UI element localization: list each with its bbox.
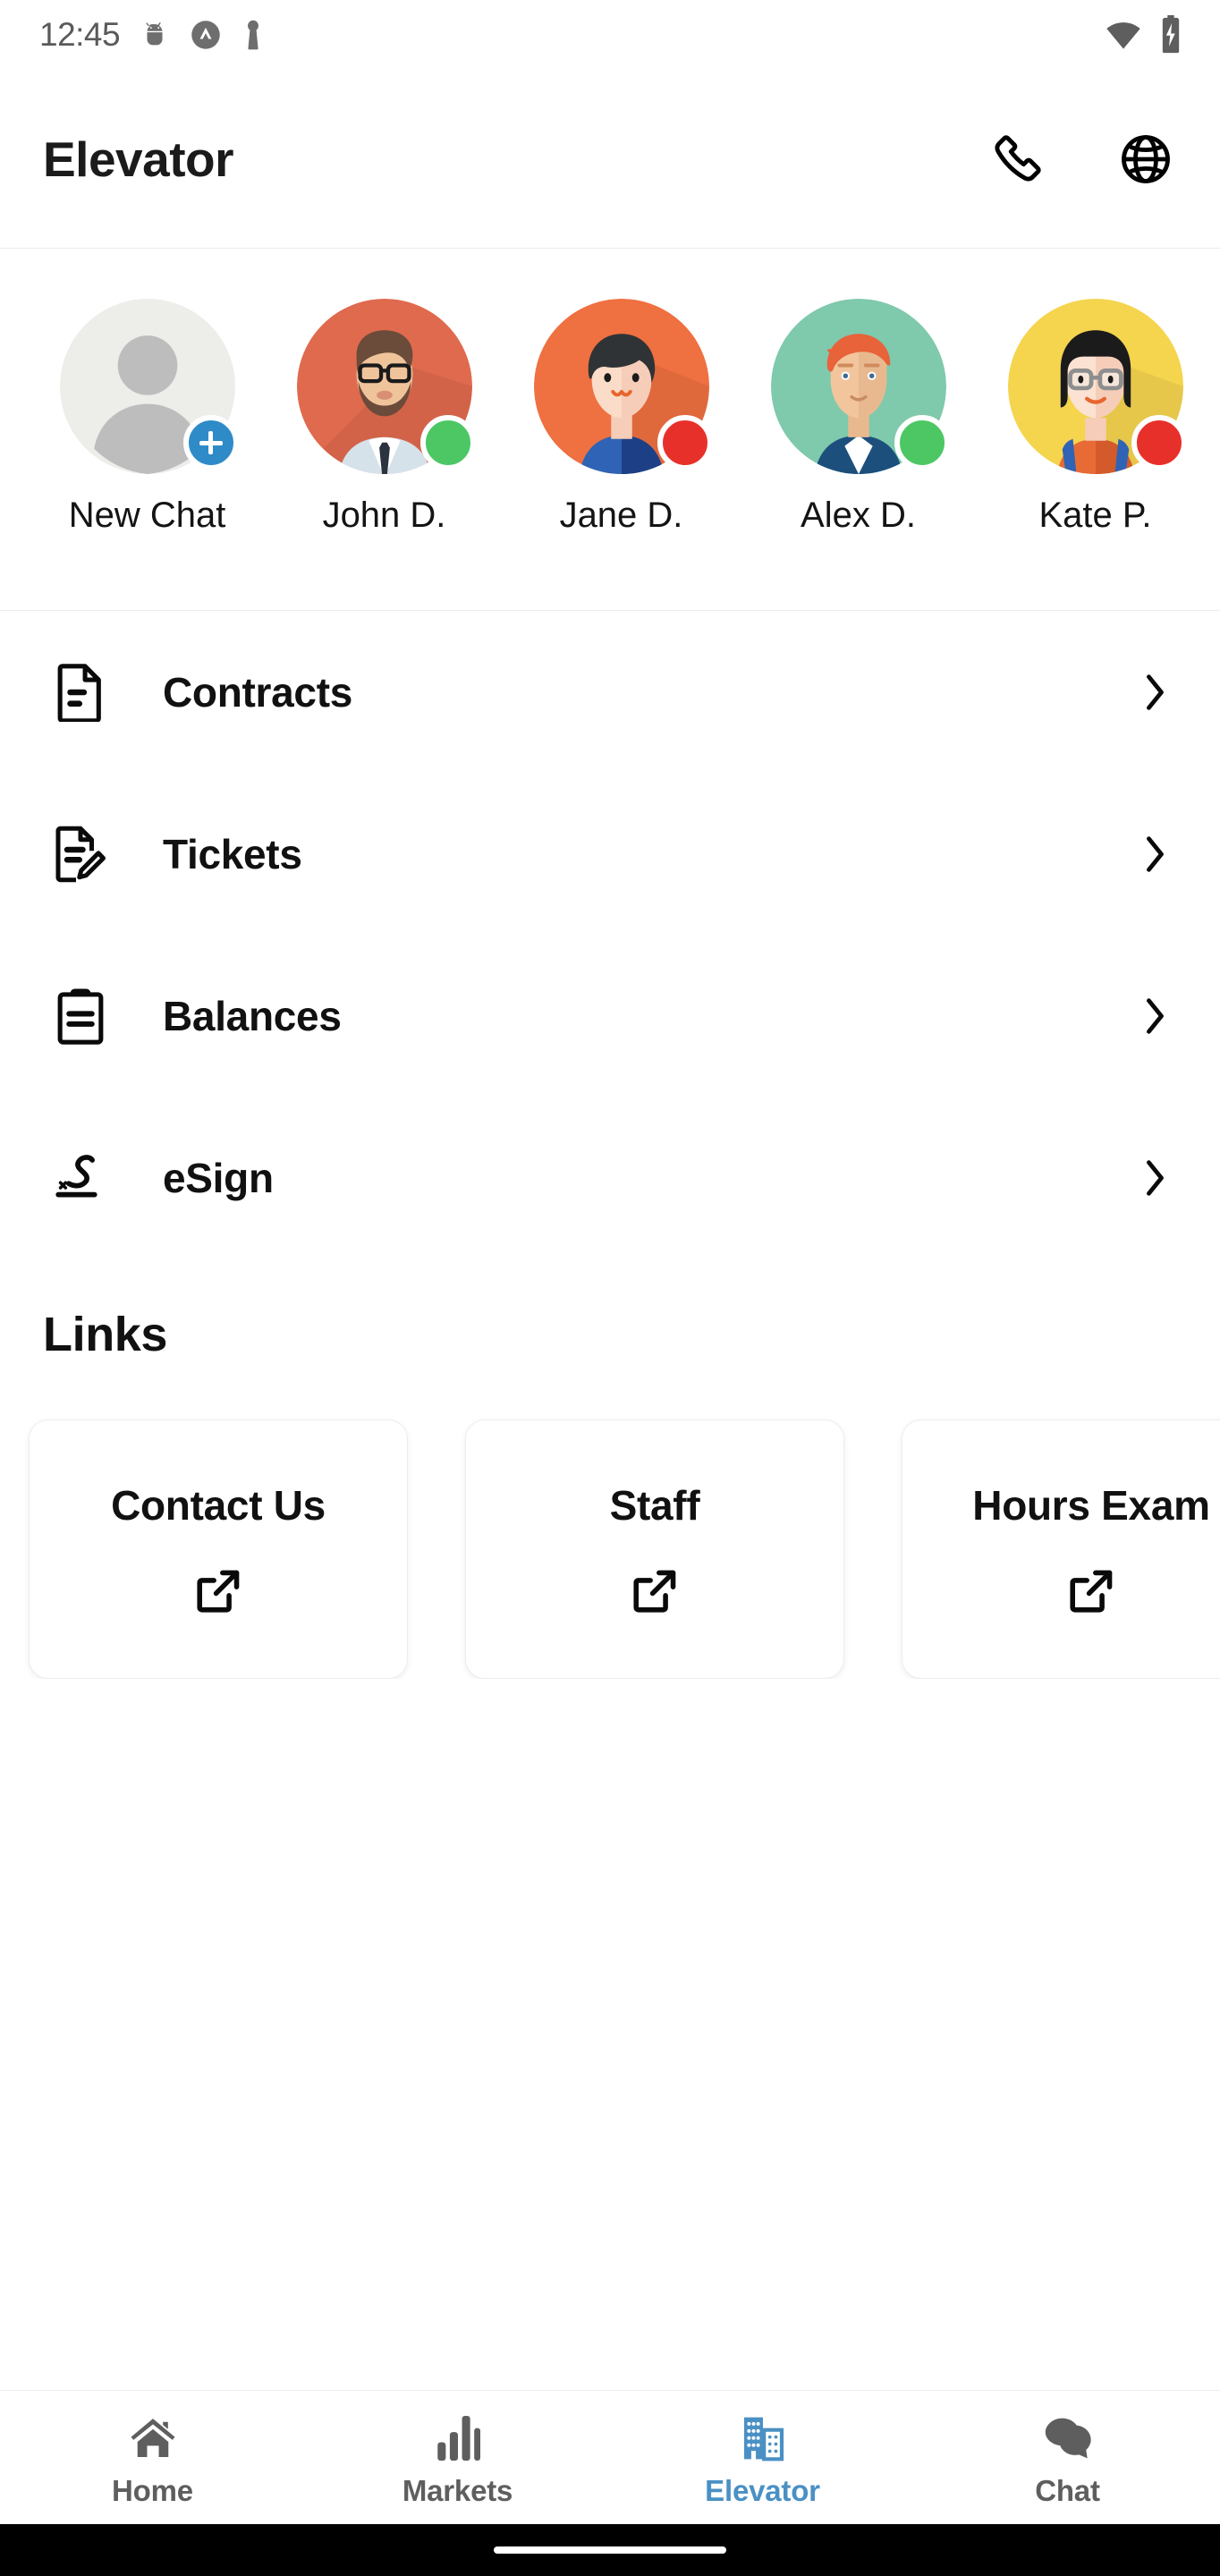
contact-item-john-d[interactable]: John D.: [266, 299, 503, 536]
chevron-right-icon[interactable]: [1131, 993, 1173, 1039]
status-badge-busy: [1131, 415, 1187, 470]
link-card-hours[interactable]: Hours Exam: [902, 1419, 1220, 1679]
contact-item-alex-d[interactable]: Alex D.: [740, 299, 977, 536]
contact-name: John D.: [322, 496, 446, 535]
contact-item-next[interactable]: [1214, 299, 1220, 474]
contact-name: Alex D.: [801, 496, 916, 535]
contact-item-kate-p[interactable]: Kate P.: [977, 299, 1214, 536]
menu-item-label: Contracts: [163, 668, 353, 716]
page-title: Elevator: [43, 131, 234, 187]
contact-name: Kate P.: [1038, 496, 1152, 535]
external-link-icon: [192, 1565, 244, 1617]
contacts-list: New Chat John D. Jane D. Alex D. Kate P.: [0, 249, 1220, 536]
avatar[interactable]: [59, 299, 239, 474]
link-card-title: Hours Exam: [972, 1482, 1210, 1529]
menu-item-contracts[interactable]: Contracts: [0, 611, 1220, 773]
home-icon: [127, 2408, 179, 2463]
bottom-navigation: Home Markets Elevator Chat: [0, 2390, 1220, 2524]
contact-name: Jane D.: [559, 496, 683, 535]
menu-item-esign[interactable]: eSign: [0, 1097, 1220, 1258]
contact-name: New Chat: [68, 496, 226, 535]
status-bar-right: [1104, 15, 1184, 55]
avatar[interactable]: [296, 299, 476, 474]
key-icon: [241, 19, 265, 51]
links-section-heading: Links: [43, 1308, 168, 1361]
gesture-pill[interactable]: [494, 2546, 726, 2554]
link-card-title: Staff: [609, 1482, 700, 1529]
chevron-right-icon[interactable]: [1131, 669, 1173, 716]
external-link-icon: [1065, 1565, 1117, 1617]
status-bar: 12:45: [0, 0, 1220, 70]
document-edit-icon: [43, 825, 118, 884]
clipboard-icon: [43, 987, 118, 1046]
link-card-title: Contact Us: [111, 1482, 326, 1529]
app-screen: 12:45 Elevator New Chat John D. Jane D. …: [0, 0, 1220, 2576]
status-badge-online: [894, 415, 950, 470]
nav-tab-label: Markets: [402, 2473, 513, 2507]
menu-list: Contracts Tickets Balances eSign: [0, 611, 1220, 1258]
menu-item-tickets[interactable]: Tickets: [0, 773, 1220, 935]
document-icon: [43, 663, 118, 722]
nav-tab-chat[interactable]: Chat: [915, 2391, 1220, 2524]
app-bar-actions: [986, 128, 1177, 191]
nav-tab-elevator[interactable]: Elevator: [610, 2391, 915, 2524]
link-card-staff[interactable]: Staff: [465, 1419, 844, 1679]
nav-tab-label: Elevator: [705, 2473, 820, 2507]
nav-tab-label: Home: [112, 2473, 193, 2507]
contact-item-new-chat[interactable]: New Chat: [29, 299, 266, 536]
app-bar: Elevator: [0, 70, 1220, 249]
menu-item-balances[interactable]: Balances: [0, 935, 1220, 1097]
nav-tab-home[interactable]: Home: [0, 2391, 305, 2524]
link-card-contact-us[interactable]: Contact Us: [29, 1419, 408, 1679]
buildings-icon: [738, 2408, 788, 2463]
status-badge-busy: [657, 415, 713, 470]
add-chat-badge[interactable]: [182, 415, 239, 470]
phone-icon[interactable]: [986, 128, 1048, 191]
contact-item-jane-d[interactable]: Jane D.: [503, 299, 740, 536]
nav-tab-markets[interactable]: Markets: [305, 2391, 610, 2524]
globe-icon[interactable]: [1114, 128, 1177, 191]
avatar[interactable]: [770, 299, 950, 474]
chevron-right-icon[interactable]: [1131, 831, 1173, 877]
menu-item-label: eSign: [163, 1154, 274, 1201]
android-debug-icon: [140, 20, 170, 50]
menu-item-label: Balances: [163, 992, 342, 1039]
chat-bubbles-icon: [1042, 2408, 1094, 2463]
wifi-icon: [1104, 15, 1143, 55]
status-bar-clock: 12:45: [39, 16, 121, 53]
contacts-strip[interactable]: New Chat John D. Jane D. Alex D. Kate P.: [0, 249, 1220, 611]
signature-icon: [43, 1151, 118, 1205]
app-badge-icon: [190, 19, 222, 51]
status-bar-left: 12:45: [39, 16, 265, 54]
gesture-navigation-bar: [0, 2524, 1220, 2576]
menu-item-label: Tickets: [163, 830, 302, 877]
bar-chart-icon: [436, 2408, 480, 2463]
avatar[interactable]: [1007, 299, 1187, 474]
avatar[interactable]: [533, 299, 713, 474]
chevron-right-icon[interactable]: [1131, 1155, 1173, 1201]
links-cards-row[interactable]: Contact Us Staff Hours Exam: [0, 1362, 1220, 1679]
nav-tab-label: Chat: [1035, 2473, 1100, 2507]
status-badge-online: [419, 415, 476, 470]
battery-charging-icon: [1157, 15, 1184, 55]
external-link-icon: [629, 1565, 681, 1617]
